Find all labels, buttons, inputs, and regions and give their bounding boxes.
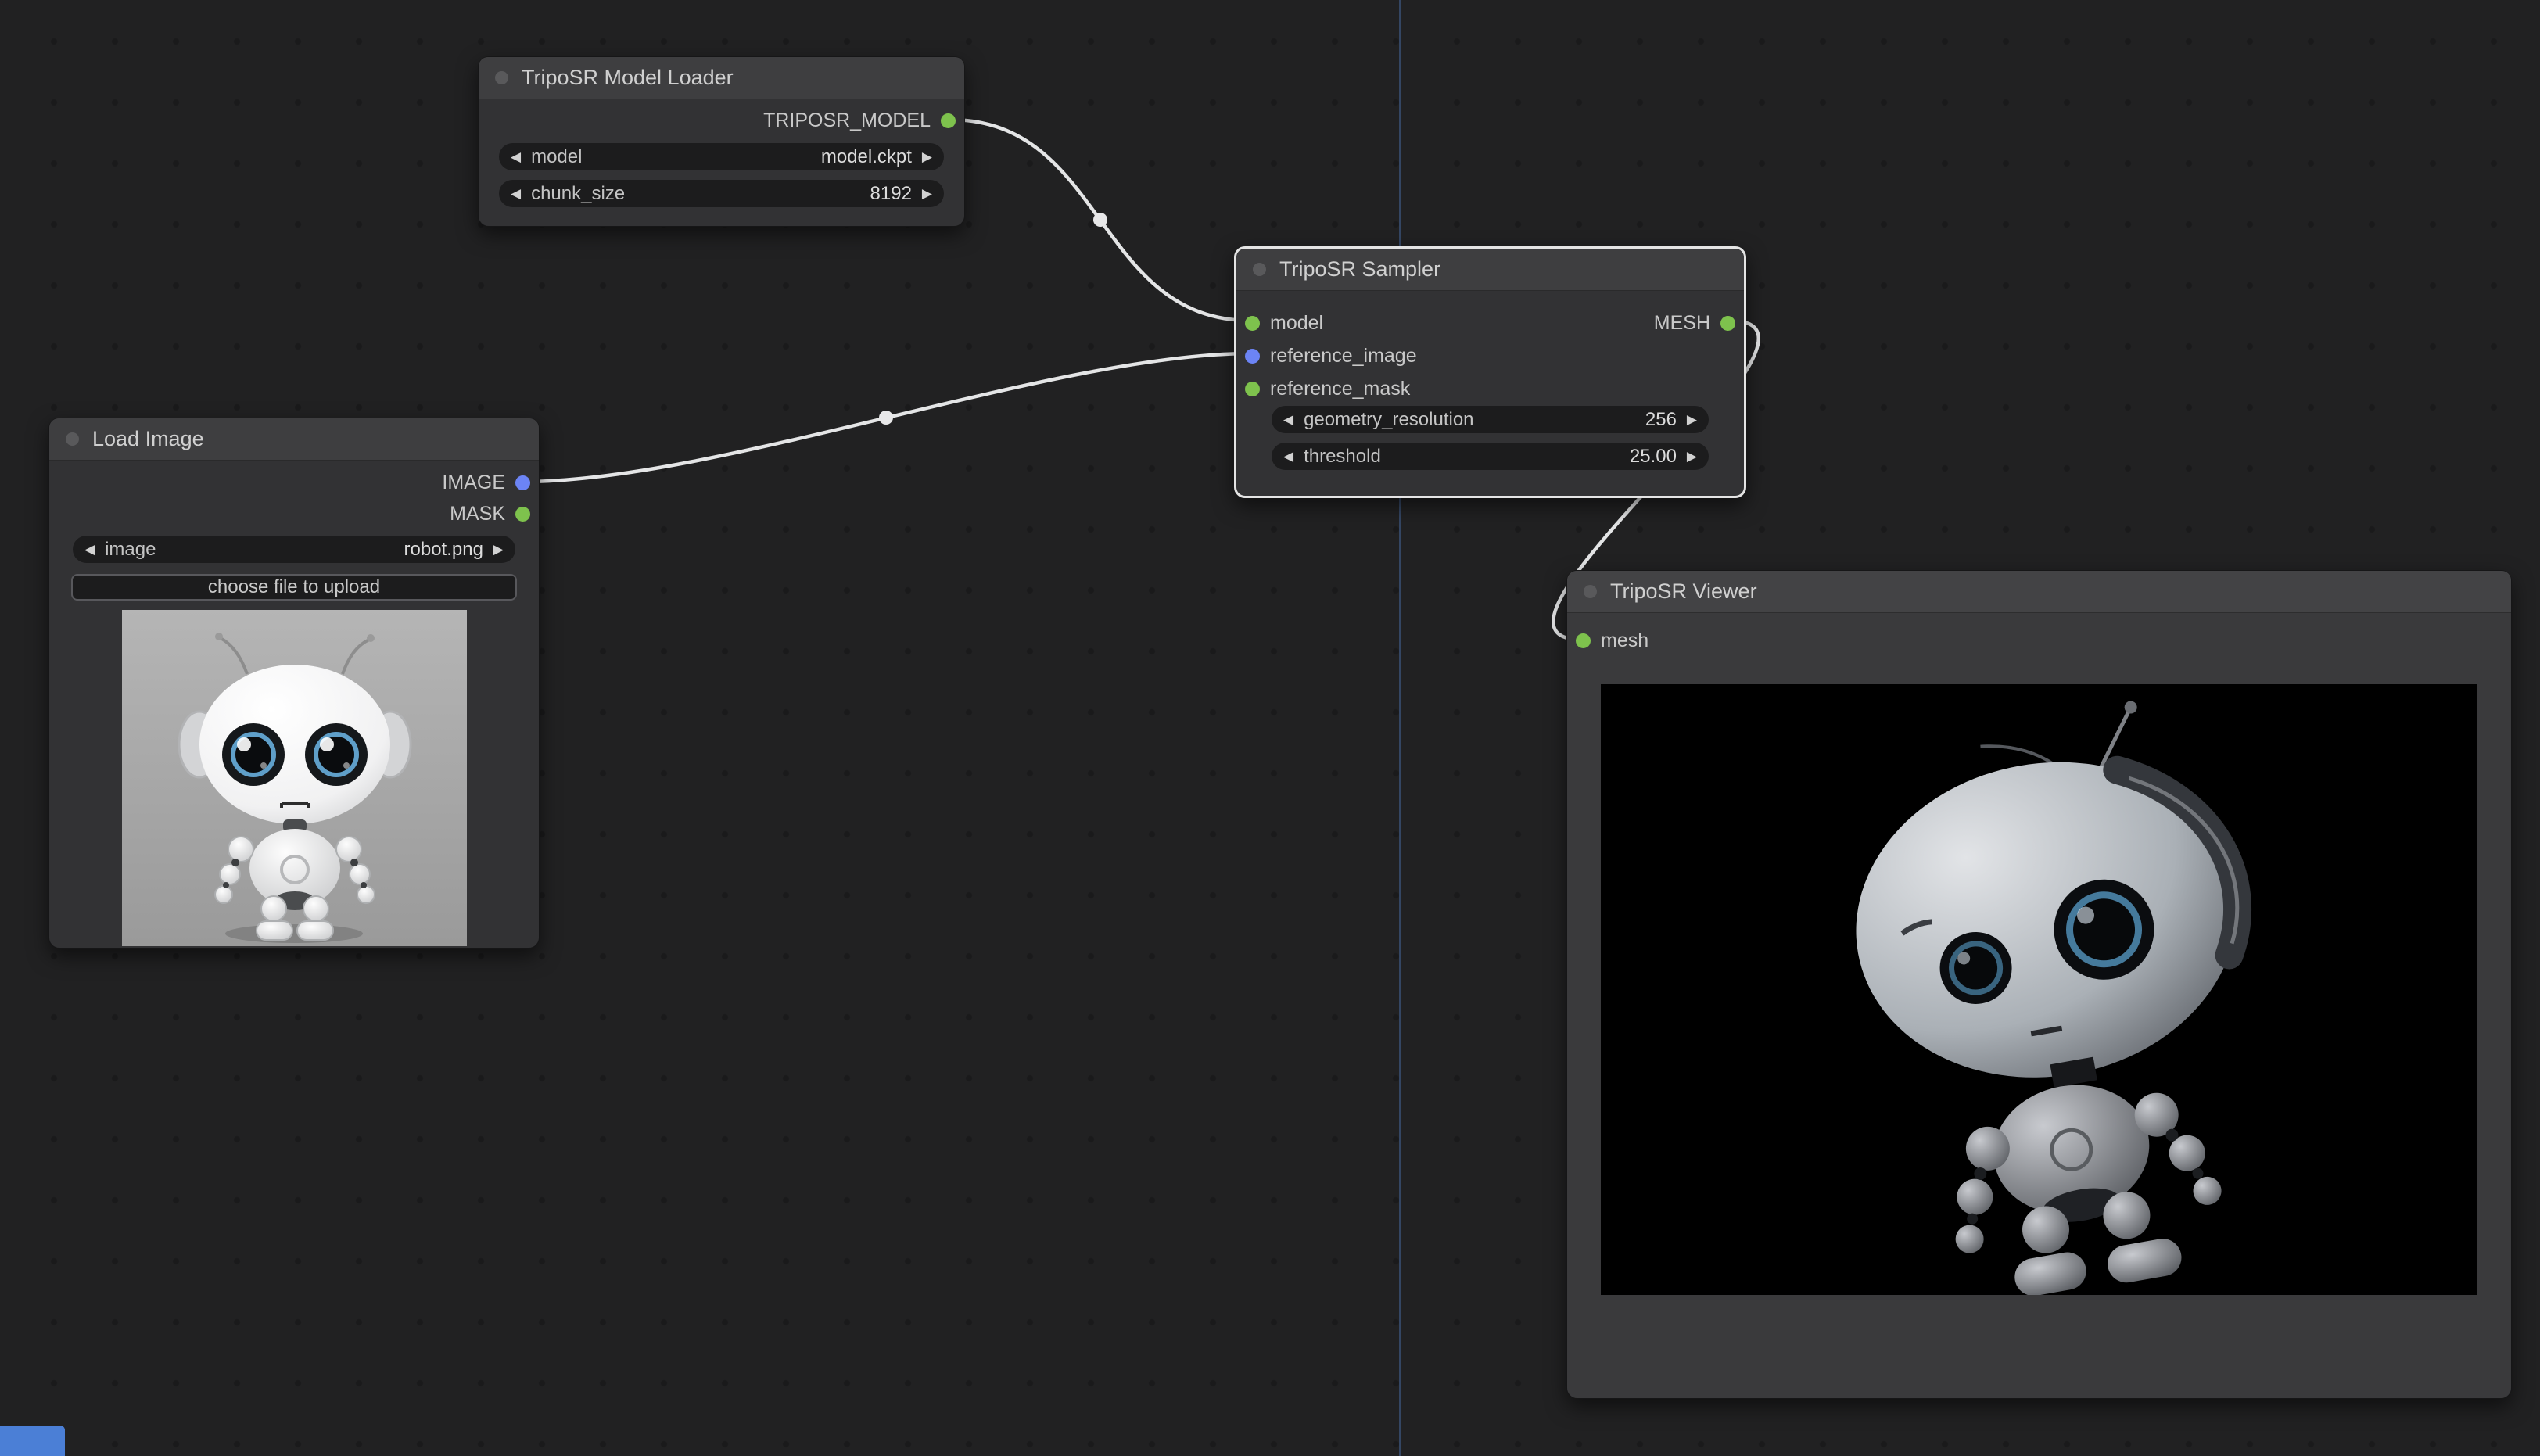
input-slot-mesh[interactable] [1576, 633, 1591, 648]
output-slot-mask[interactable] [515, 506, 530, 522]
widget-threshold-value: 25.00 [1629, 445, 1677, 467]
node-triposr-model-loader[interactable]: TripoSR Model Loader TRIPOSR_MODEL ◀ mod… [478, 56, 965, 227]
node-title: TripoSR Sampler [1279, 257, 1441, 281]
collapse-toggle-icon[interactable] [1253, 263, 1266, 276]
corner-blue-panel [0, 1426, 65, 1456]
node-title: Load Image [92, 427, 204, 450]
input-label-mesh: mesh [1601, 629, 1649, 651]
arrow-left-icon[interactable]: ◀ [1283, 450, 1293, 463]
node-graph-canvas[interactable]: TripoSR Model Loader TRIPOSR_MODEL ◀ mod… [0, 0, 2540, 1456]
robot-preview-svg [121, 610, 467, 946]
input-slot-reference-image[interactable] [1245, 348, 1260, 364]
left-eye [221, 723, 285, 786]
input-slot-reference-mask[interactable] [1245, 381, 1260, 396]
widget-threshold[interactable]: ◀ threshold 25.00 ▶ [1272, 443, 1709, 470]
input-row: mesh [1567, 624, 2511, 657]
output-label-mask: MASK [450, 502, 505, 525]
arrow-left-icon[interactable]: ◀ [1283, 413, 1293, 426]
node-body: TRIPOSR_MODEL ◀ model model.ckpt ▶ ◀ chu… [479, 99, 964, 207]
io-row: model MESH [1236, 307, 1744, 339]
arrow-right-icon[interactable]: ▶ [493, 543, 504, 556]
arrow-left-icon[interactable]: ◀ [511, 187, 521, 200]
node-title-bar[interactable]: Load Image [49, 418, 539, 461]
widget-image-label: image [105, 538, 156, 560]
output-row: IMAGE [49, 467, 539, 498]
mesh-3d-viewport[interactable] [1601, 684, 2477, 1295]
arrow-right-icon[interactable]: ▶ [922, 187, 932, 200]
wire-midpoint-dot[interactable] [879, 411, 893, 425]
output-label-image: IMAGE [442, 471, 505, 493]
collapse-toggle-icon[interactable] [495, 71, 508, 84]
output-label-mesh: MESH [1653, 311, 1710, 334]
mesh-render-svg [1601, 684, 2477, 1295]
input-label-reference-image: reference_image [1270, 344, 1417, 367]
right-eye [304, 723, 368, 786]
arrow-left-icon[interactable]: ◀ [511, 150, 521, 163]
node-body: mesh [1567, 624, 2511, 1295]
collapse-toggle-icon[interactable] [66, 432, 79, 446]
node-title-bar[interactable]: TripoSR Model Loader [479, 57, 964, 99]
robot-preview-image [121, 610, 467, 946]
node-triposr-sampler[interactable]: TripoSR Sampler model MESH reference_ima… [1234, 246, 1746, 498]
node-title: TripoSR Model Loader [522, 66, 734, 89]
input-label-model: model [1270, 311, 1324, 334]
arrow-left-icon[interactable]: ◀ [84, 543, 95, 556]
widget-geometry-resolution-label: geometry_resolution [1304, 408, 1474, 430]
widget-model-label: model [531, 145, 583, 167]
widget-image[interactable]: ◀ image robot.png ▶ [73, 536, 515, 563]
widget-geometry-resolution[interactable]: ◀ geometry_resolution 256 ▶ [1272, 406, 1709, 433]
widget-image-value: robot.png [404, 538, 483, 560]
wire-midpoint-dot[interactable] [1093, 213, 1107, 227]
node-body: model MESH reference_image reference_mas… [1236, 291, 1744, 470]
widget-geometry-resolution-value: 256 [1645, 408, 1677, 430]
collapse-toggle-icon[interactable] [1584, 585, 1597, 598]
node-title: TripoSR Viewer [1610, 579, 1757, 603]
input-row: reference_mask [1236, 372, 1744, 405]
node-load-image[interactable]: Load Image IMAGE MASK ◀ image robot.png … [48, 418, 540, 949]
choose-file-button[interactable]: choose file to upload [71, 574, 517, 601]
node-title-bar[interactable]: TripoSR Viewer [1567, 571, 2511, 613]
output-slot-image[interactable] [515, 475, 530, 490]
arrow-right-icon[interactable]: ▶ [1687, 450, 1697, 463]
output-slot-mesh[interactable] [1720, 315, 1735, 331]
input-label-reference-mask: reference_mask [1270, 377, 1411, 400]
arrow-right-icon[interactable]: ▶ [1687, 413, 1697, 426]
input-slot-model[interactable] [1245, 315, 1260, 331]
output-row: TRIPOSR_MODEL [479, 107, 964, 134]
widget-model[interactable]: ◀ model model.ckpt ▶ [499, 143, 944, 170]
node-title-bar[interactable]: TripoSR Sampler [1236, 249, 1744, 291]
widget-chunk-size[interactable]: ◀ chunk_size 8192 ▶ [499, 180, 944, 207]
node-triposr-viewer[interactable]: TripoSR Viewer mesh [1566, 570, 2512, 1399]
widget-chunk-size-label: chunk_size [531, 182, 626, 204]
arrow-right-icon[interactable]: ▶ [922, 150, 932, 163]
widget-model-value: model.ckpt [820, 145, 912, 167]
output-label-triposr-model: TRIPOSR_MODEL [763, 109, 931, 131]
widget-chunk-size-value: 8192 [870, 182, 912, 204]
output-slot-triposr-model[interactable] [941, 113, 956, 128]
widget-threshold-label: threshold [1304, 445, 1381, 467]
node-body: IMAGE MASK ◀ image robot.png ▶ choose fi… [49, 461, 539, 946]
output-row: MASK [49, 498, 539, 529]
input-row: reference_image [1236, 339, 1744, 372]
